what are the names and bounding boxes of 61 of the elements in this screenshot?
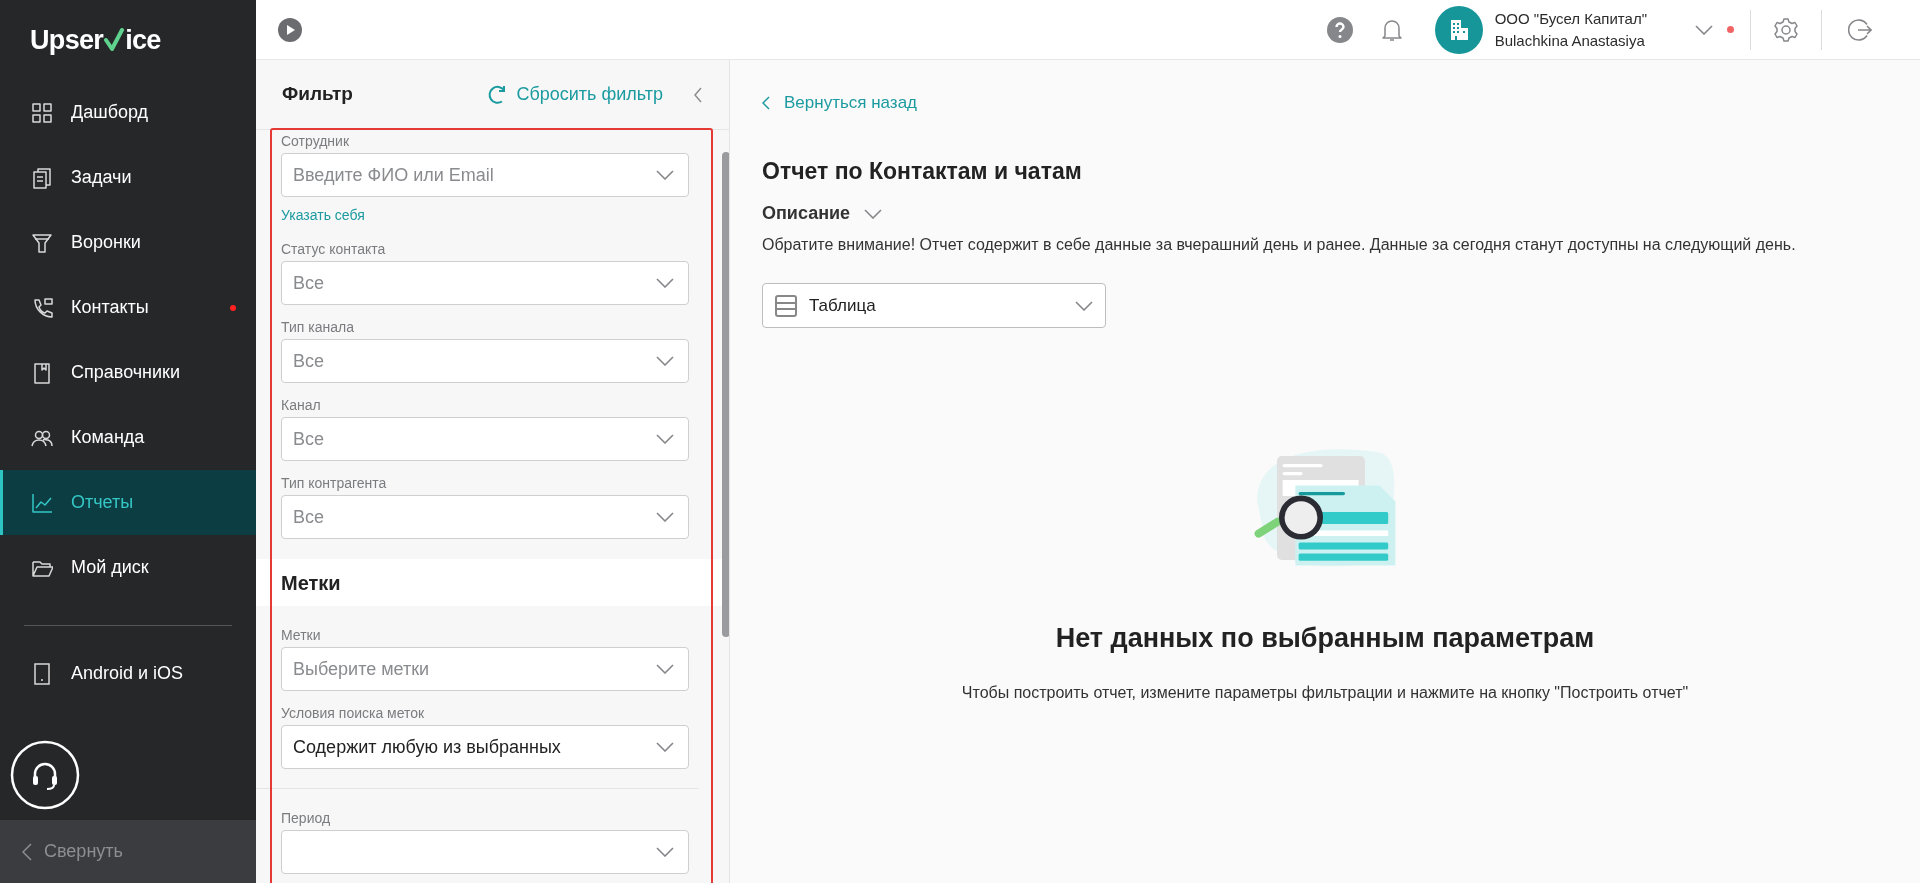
collapse-panel-icon[interactable]	[693, 86, 703, 103]
chevron-down-icon	[656, 434, 674, 444]
chevron-down-icon	[656, 664, 674, 674]
book-icon	[31, 361, 53, 384]
view-select[interactable]: Таблица	[762, 283, 1106, 328]
logout-icon[interactable]	[1848, 17, 1872, 42]
field-label: Тип контрагента	[281, 474, 388, 492]
chevron-down-icon	[1075, 300, 1093, 311]
grid-icon	[31, 101, 53, 124]
nav-item[interactable]: Воронки	[0, 210, 256, 275]
chevron-left-icon	[22, 842, 32, 861]
report-title: Отчет по Контактам и чатам	[762, 156, 1083, 186]
field-label: Метки	[281, 626, 322, 644]
chevron-down-icon	[656, 170, 674, 180]
nav-item[interactable]: Отчеты	[0, 470, 256, 535]
field-label: Условия поиска меток	[281, 704, 426, 722]
scrollbar[interactable]	[722, 152, 729, 637]
description-text: Обратите внимание! Отчет содержит в себе данные за вчерашний день и ранее. Данные за сегодня станут доступны на следующий день.	[762, 235, 1797, 255]
section-heading: Метки	[281, 570, 341, 596]
chevron-down-icon	[656, 512, 674, 522]
chevron-down-icon	[656, 847, 674, 857]
field-label: Тип канала	[281, 318, 355, 336]
settings-icon[interactable]	[1773, 16, 1799, 43]
chevron-down-icon	[864, 208, 883, 219]
check-icon	[104, 28, 125, 52]
description-toggle[interactable]: Описание	[762, 200, 883, 227]
phone-icon	[31, 296, 53, 319]
nav-item[interactable]: Справочники	[0, 340, 256, 405]
play-icon[interactable]	[278, 17, 302, 42]
nav-item[interactable]: Команда	[0, 405, 256, 470]
account-menu[interactable]: ООО "Бусел Капитал" Bulachkina Anastasiya	[1434, 5, 1713, 54]
nav-item[interactable]: Контакты	[0, 275, 256, 340]
chevron-down-icon	[656, 742, 674, 752]
select-field[interactable]	[281, 830, 689, 874]
field-label: Канал	[281, 396, 322, 414]
filter-title: Фильтр	[282, 82, 354, 107]
chevron-left-icon	[762, 95, 770, 110]
field-label: Сотрудник	[281, 132, 350, 150]
chevron-down-icon	[656, 278, 674, 288]
nav-item[interactable]: Задачи	[0, 145, 256, 210]
building-icon	[1434, 5, 1483, 54]
chevron-down-icon	[656, 356, 674, 366]
headset-button[interactable]	[10, 740, 80, 810]
select-field[interactable]: Содержит любую из выбранных	[281, 725, 689, 769]
logo: Upser ice	[30, 23, 161, 57]
empty-state-text: Чтобы построить отчет, измените параметры фильтрации и нажмите на кнопку "Построить отчет"	[961, 682, 1689, 703]
table-icon	[775, 294, 797, 317]
chart-icon	[31, 491, 53, 514]
nav-item[interactable]: Android и iOS	[0, 641, 256, 706]
field-label: Период	[281, 809, 332, 827]
tablet-icon	[31, 662, 53, 685]
field-label: Статус контакта	[281, 240, 387, 258]
clipboard-icon	[31, 166, 53, 189]
help-icon[interactable]	[1326, 16, 1353, 43]
funnel-icon	[31, 231, 53, 254]
company-name: ООО "Бусел Капитал"	[1494, 8, 1647, 29]
nav-item[interactable]: Мой диск	[0, 535, 256, 600]
empty-state-title: Нет данных по выбранным параметрам	[1055, 622, 1595, 655]
user-name: Bulachkina Anastasiya	[1494, 30, 1646, 51]
chevron-down-icon	[1695, 24, 1713, 35]
nav-item[interactable]: Дашборд	[0, 80, 256, 145]
